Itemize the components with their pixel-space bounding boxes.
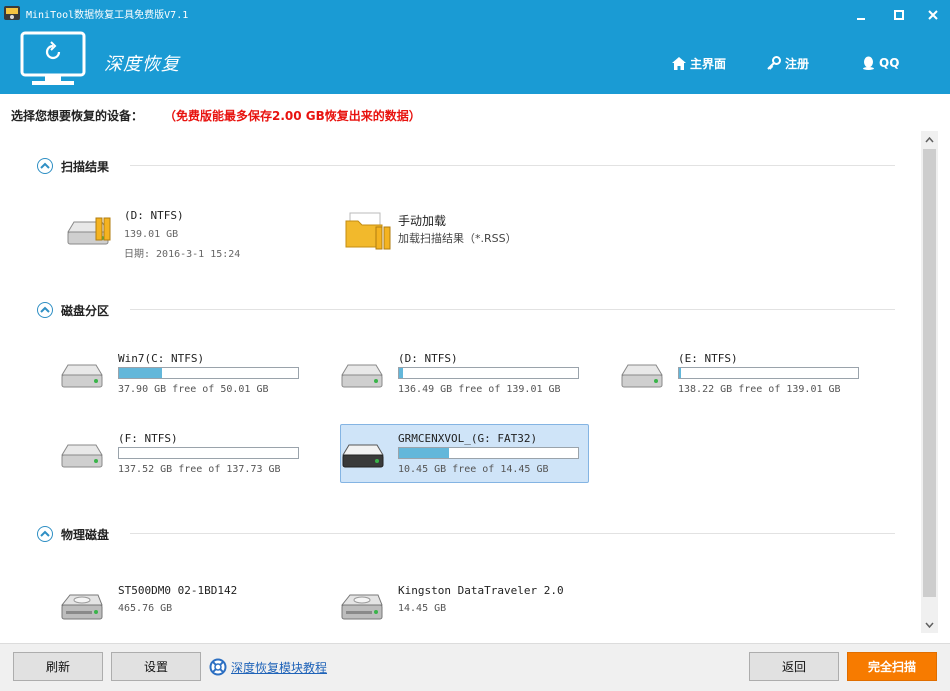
partition-name: (E: NTFS) [678, 352, 738, 365]
tutorial-link-label: 深度恢复模块教程 [231, 660, 328, 675]
partition-name: (D: NTFS) [398, 352, 458, 365]
header-bar: MiniTool数据恢复工具免费版V7.1 深度恢复 主界面 注册 QQ [0, 0, 950, 94]
partition-d[interactable]: (D: NTFS) 136.49 GB free of 139.01 GB [320, 345, 579, 403]
nav-qq-label: QQ [879, 56, 900, 70]
minimize-button[interactable] [850, 5, 872, 25]
usage-bar [398, 367, 579, 379]
partition-name: GRMCENXVOL_(G: FAT32) [398, 432, 538, 445]
nav-register-label: 注册 [785, 56, 810, 71]
usage-bar-fill [399, 368, 403, 378]
drive-icon [341, 364, 383, 388]
key-icon [767, 56, 781, 70]
device-select-prompt: 选择您想要恢复的设备： [11, 109, 144, 123]
nav-register-button[interactable]: 注册 [767, 53, 809, 73]
section-scan-results-header[interactable]: 扫描结果 [37, 157, 109, 175]
drive-icon [61, 364, 103, 388]
hard-disk-icon [340, 594, 383, 620]
manual-load-sub: 加载扫描结果（*.RSS） [398, 232, 517, 245]
partition-g-selected[interactable]: GRMCENXVOL_(G: FAT32) 10.45 GB free of 1… [340, 424, 589, 483]
usb-drive-icon [342, 444, 384, 468]
nav-home-label: 主界面 [690, 56, 727, 71]
physical-disk-st500[interactable]: ST500DM0 02-1BD142 465.76 GB [40, 577, 289, 635]
close-button[interactable] [922, 5, 944, 25]
settings-button[interactable]: 设置 [111, 652, 201, 681]
hard-disk-icon [60, 594, 103, 620]
usage-bar-fill [399, 448, 450, 458]
module-title: 深度恢复 [104, 54, 180, 75]
physical-disk-kingston[interactable]: Kingston DataTraveler 2.0 14.45 GB [320, 577, 569, 635]
scan-result-date: 日期: 2016-3-1 15:24 [124, 249, 241, 260]
section-partitions-header[interactable]: 磁盘分区 [37, 301, 109, 319]
usage-bar [118, 367, 299, 379]
collapse-icon[interactable] [37, 302, 53, 318]
partition-free: 10.45 GB free of 14.45 GB [398, 464, 549, 475]
full-scan-button[interactable]: 完全扫描 [847, 652, 937, 681]
scroll-up-button[interactable] [921, 131, 938, 148]
chevron-up-icon [925, 136, 934, 142]
physical-disk-size: 14.45 GB [398, 603, 447, 614]
usage-bar-fill [119, 368, 162, 378]
drive-with-scan-icon [67, 217, 111, 245]
nav-home-button[interactable]: 主界面 [672, 53, 726, 73]
physical-disk-name: Kingston DataTraveler 2.0 [398, 584, 564, 597]
partition-free: 137.52 GB free of 137.73 GB [118, 464, 281, 475]
usage-bar [398, 447, 579, 459]
scan-result-name: (D: NTFS) [124, 209, 184, 222]
section-partitions-title: 磁盘分区 [61, 303, 110, 318]
minimize-icon [857, 18, 865, 20]
partition-free: 136.49 GB free of 139.01 GB [398, 384, 561, 395]
partition-e[interactable]: (E: NTFS) 138.22 GB free of 139.01 GB [600, 345, 859, 403]
folder-icon [345, 212, 391, 250]
collapse-icon[interactable] [37, 158, 53, 174]
section-scan-results-title: 扫描结果 [61, 159, 110, 174]
usage-bar [678, 367, 859, 379]
close-icon [928, 10, 938, 20]
refresh-button[interactable]: 刷新 [13, 652, 103, 681]
home-icon [672, 56, 686, 70]
collapse-icon[interactable] [37, 526, 53, 542]
drive-icon [61, 444, 103, 468]
usage-bar [118, 447, 299, 459]
window-title: MiniTool数据恢复工具免费版V7.1 [26, 10, 189, 21]
manual-load-tile[interactable]: 手动加载 加载扫描结果（*.RSS） [340, 203, 589, 261]
nav-qq-button[interactable]: QQ [862, 53, 899, 73]
partition-name: Win7(C: NTFS) [118, 352, 205, 365]
partition-f[interactable]: (F: NTFS) 137.52 GB free of 137.73 GB [40, 425, 299, 483]
partition-free: 138.22 GB free of 139.01 GB [678, 384, 841, 395]
physical-disk-size: 465.76 GB [118, 603, 173, 614]
section-divider [130, 533, 895, 534]
tutorial-link[interactable]: 深度恢复模块教程 [209, 658, 327, 676]
scroll-down-button[interactable] [921, 616, 938, 633]
partition-free: 37.90 GB free of 50.01 GB [118, 384, 269, 395]
free-limit-note: （免费版能最多保存2.00 GB恢复出来的数据） [164, 109, 421, 123]
usage-bar-fill [679, 368, 681, 378]
physical-disk-name: ST500DM0 02-1BD142 [118, 584, 238, 597]
monitor-refresh-icon [20, 31, 86, 85]
app-logo-icon [4, 6, 20, 20]
app-window: MiniTool数据恢复工具免费版V7.1 深度恢复 主界面 注册 QQ 选择您… [0, 0, 950, 691]
back-button[interactable]: 返回 [749, 652, 839, 681]
section-physical-header[interactable]: 物理磁盘 [37, 525, 109, 543]
partition-c[interactable]: Win7(C: NTFS) 37.90 GB free of 50.01 GB [40, 345, 299, 403]
section-physical-title: 物理磁盘 [61, 527, 110, 542]
manual-load-label: 手动加载 [398, 214, 447, 228]
lifebuoy-icon [209, 658, 227, 676]
partition-name: (F: NTFS) [118, 432, 178, 445]
section-divider [130, 309, 895, 310]
maximize-button[interactable] [888, 5, 910, 25]
scan-result-d-drive[interactable]: (D: NTFS) 139.01 GB 日期: 2016-3-1 15:24 [46, 202, 295, 260]
maximize-icon [894, 10, 904, 20]
qq-icon [863, 56, 874, 70]
scrollbar-thumb[interactable] [923, 149, 936, 597]
section-divider [130, 165, 895, 166]
chevron-down-icon [925, 622, 934, 628]
scan-result-size: 139.01 GB [124, 229, 179, 240]
drive-icon [621, 364, 663, 388]
